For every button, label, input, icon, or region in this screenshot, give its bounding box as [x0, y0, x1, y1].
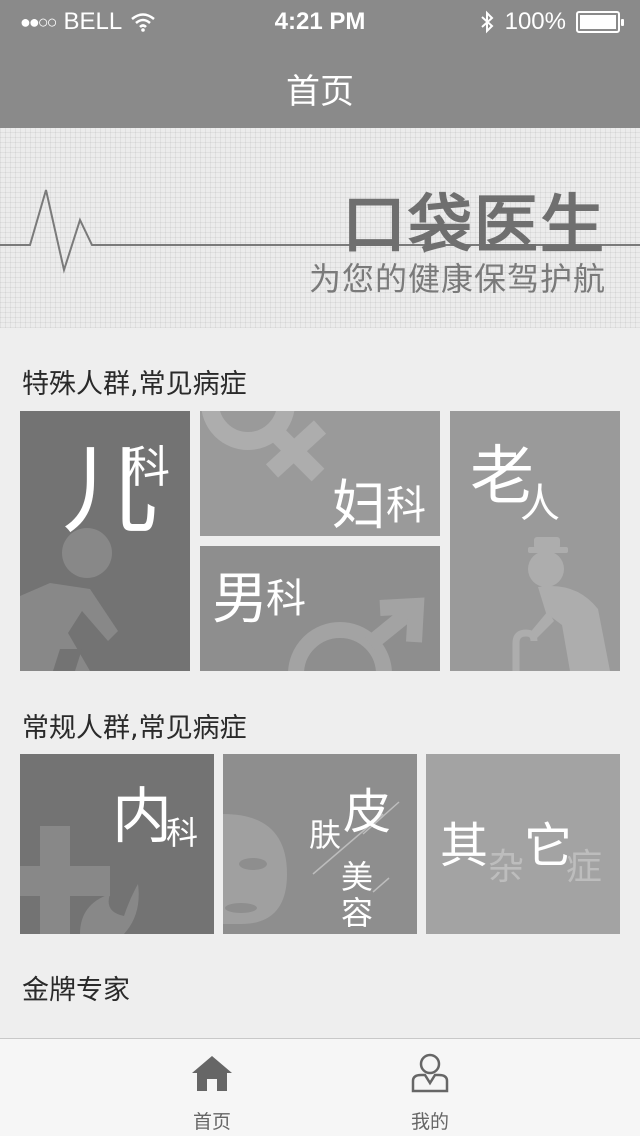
- home-icon: [192, 1056, 232, 1091]
- tile-other-char2: 杂: [488, 847, 525, 888]
- tile-derm-char2: 肤: [309, 816, 342, 854]
- tile-internal-medicine[interactable]: 内 科: [20, 754, 214, 934]
- tile-geriatrics[interactable]: 老 人: [450, 411, 620, 671]
- tab-home-label: 首页: [192, 1111, 231, 1133]
- tile-geriatrics-small: 人: [520, 481, 560, 527]
- tile-andrology-small: 科: [266, 576, 306, 622]
- tile-dermatology[interactable]: 皮 肤 美 容: [223, 754, 417, 934]
- tile-internal-big: 内: [112, 782, 172, 852]
- section-title-regular: 常规人群,常见病症: [22, 713, 247, 744]
- tile-andrology-big: 男: [212, 567, 268, 632]
- tile-other-char1: 其: [440, 818, 489, 874]
- tile-gynecology-big: 妇: [332, 474, 386, 536]
- page-title: 首页: [286, 72, 354, 112]
- banner-brand: 口袋医生: [342, 189, 606, 263]
- tab-bar: 首页 我的: [0, 1038, 640, 1136]
- user-icon: [411, 1053, 449, 1093]
- tab-mine[interactable]: 我的: [370, 1039, 490, 1136]
- tile-andrology[interactable]: 男 科: [200, 546, 440, 671]
- tile-other-char3: 它: [524, 818, 573, 874]
- tile-pediatrics[interactable]: 儿 科: [20, 411, 190, 671]
- tile-derm-char4: 容: [341, 894, 374, 932]
- section-title-special: 特殊人群,常见病症: [22, 369, 247, 400]
- tile-derm-char1: 皮: [343, 784, 392, 840]
- section-title-experts: 金牌专家: [22, 975, 130, 1006]
- banner[interactable]: 口袋医生 为您的健康保驾护航: [0, 128, 640, 328]
- tile-other[interactable]: 其 杂 它 症: [426, 754, 620, 934]
- tab-home[interactable]: 首页: [152, 1039, 272, 1136]
- tile-pediatrics-small: 科: [126, 442, 170, 493]
- battery-percent: 100%: [504, 8, 566, 35]
- tile-gynecology-small: 科: [386, 483, 426, 529]
- tile-gynecology[interactable]: 妇 科: [200, 411, 440, 536]
- tab-mine-label: 我的: [410, 1111, 449, 1133]
- bluetooth-icon: [480, 10, 494, 34]
- tile-internal-small: 科: [166, 814, 199, 852]
- status-bar: ●●○○ BELL 4:21 PM 100%: [0, 0, 640, 40]
- battery-icon: [576, 11, 624, 33]
- navigation-bar: 首页: [0, 40, 640, 128]
- banner-slogan: 为您的健康保驾护航: [308, 260, 606, 298]
- tile-other-char4: 症: [566, 847, 603, 888]
